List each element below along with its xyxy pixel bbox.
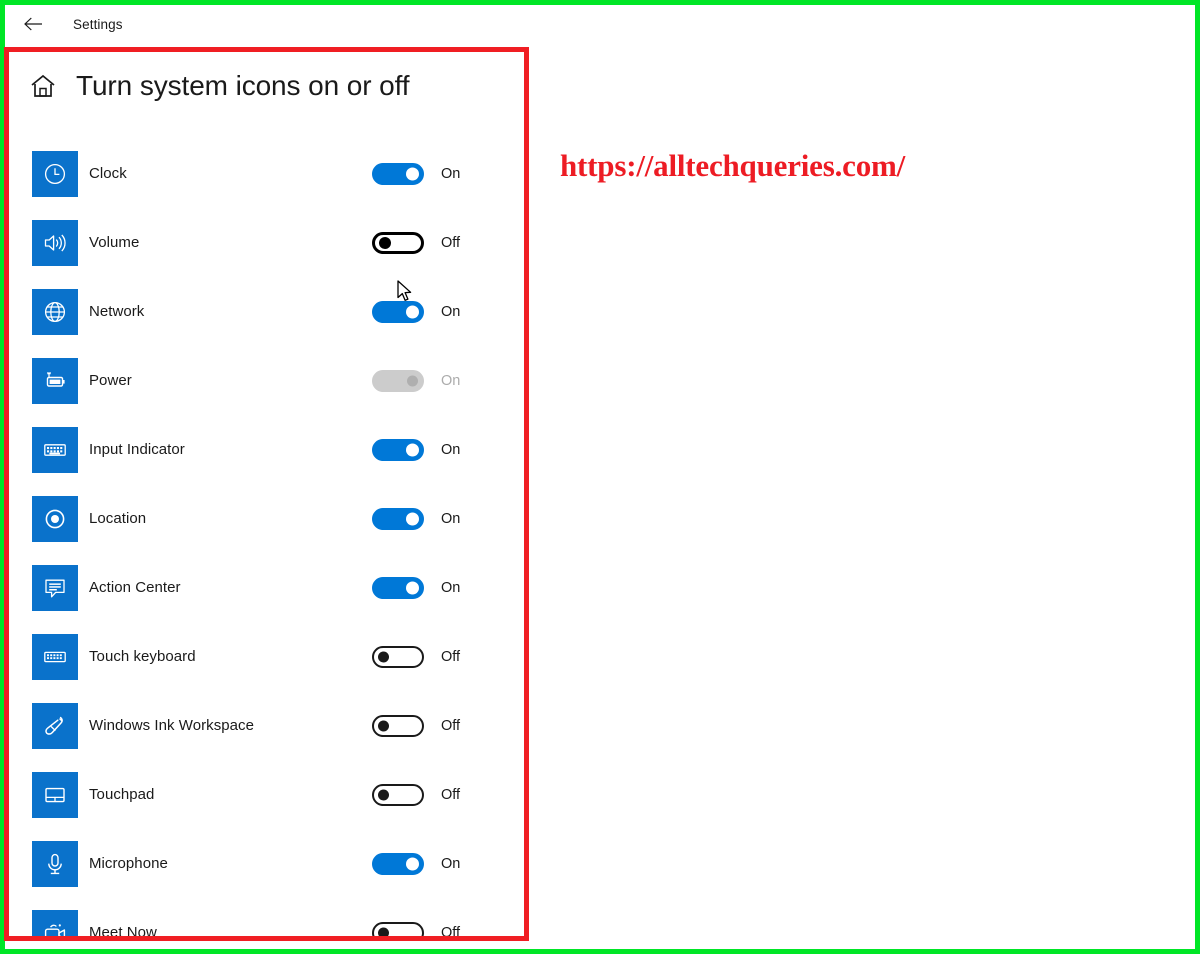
annotation-red-box: Turn system icons on or off Clock On Volum… — [4, 47, 529, 941]
toggle-state-label: Off — [441, 648, 461, 665]
system-icon-label: Network — [89, 303, 145, 320]
clock-icon — [32, 150, 78, 197]
volume-icon — [32, 219, 78, 266]
touch-keyboard-icon — [32, 633, 78, 680]
toggle-switch[interactable] — [372, 783, 424, 806]
location-icon — [32, 495, 78, 542]
toggle-switch[interactable] — [372, 645, 424, 668]
settings-titlebar: Settings — [5, 5, 1195, 43]
system-icon-row: Meet Now Off — [9, 898, 524, 941]
toggle-switch[interactable] — [372, 231, 424, 254]
toggle-state-label: On — [441, 303, 461, 320]
toggle-state-label: On — [441, 441, 461, 458]
network-globe-icon — [32, 288, 78, 335]
system-icon-label: Touch keyboard — [89, 648, 196, 665]
toggle-switch[interactable] — [372, 300, 424, 323]
system-icon-row: Clock On — [9, 139, 524, 208]
toggle-knob — [379, 236, 391, 249]
toggle-state-label: Off — [441, 717, 461, 734]
page-title: Turn system icons on or off — [76, 70, 410, 101]
titlebar-title: Settings — [73, 16, 123, 32]
system-icon-row: Input Indicator On — [9, 415, 524, 484]
toggle-state-label: On — [441, 510, 461, 527]
toggle-knob — [378, 927, 389, 936]
keyboard-icon — [32, 426, 78, 473]
toggle-state-label: Off — [441, 924, 461, 941]
toggle-knob — [406, 305, 419, 318]
back-button[interactable] — [13, 8, 53, 40]
toggle-switch[interactable] — [372, 438, 424, 461]
system-icon-label: Action Center — [89, 579, 181, 596]
toggle-switch[interactable] — [372, 852, 424, 875]
system-icon-label: Touchpad — [89, 786, 155, 803]
watermark-url: https://alltechqueries.com/ — [560, 148, 906, 183]
system-icon-label: Meet Now — [89, 924, 157, 941]
toggle-switch[interactable] — [372, 507, 424, 530]
toggle-knob — [378, 789, 389, 800]
system-icon-label: Power — [89, 372, 132, 389]
toggle-switch[interactable] — [372, 714, 424, 737]
toggle-switch[interactable] — [372, 576, 424, 599]
toggle-state-label: Off — [441, 786, 461, 803]
system-icon-row: Touchpad Off — [9, 760, 524, 829]
toggle-state-label: On — [441, 579, 461, 596]
system-icon-label: Volume — [89, 234, 140, 251]
system-icon-label: Microphone — [89, 855, 168, 872]
toggle-knob — [378, 720, 389, 731]
toggle-state-label: On — [441, 372, 461, 389]
system-icon-row: Network On — [9, 277, 524, 346]
toggle-knob — [406, 857, 419, 870]
system-icon-row: Volume Off — [9, 208, 524, 277]
system-icon-label: Location — [89, 510, 147, 527]
toggle-state-label: On — [441, 855, 461, 872]
toggle-knob — [378, 651, 389, 662]
toggle-switch[interactable] — [372, 162, 424, 185]
battery-power-icon — [32, 357, 78, 404]
toggle-switch[interactable] — [372, 921, 424, 936]
toggle-knob — [406, 167, 419, 180]
toggle-knob — [406, 512, 419, 525]
toggle-knob — [406, 443, 419, 456]
home-icon[interactable] — [28, 71, 58, 101]
system-icon-label: Clock — [89, 165, 127, 182]
system-icon-row: Touch keyboard Off — [9, 622, 524, 691]
toggle-state-label: Off — [441, 234, 461, 251]
page-header: Turn system icons on or off — [28, 70, 410, 102]
system-icons-list: Clock On Volume Off Network On Power On Input In… — [9, 139, 524, 941]
pen-icon — [32, 702, 78, 749]
system-icon-row: Power On — [9, 346, 524, 415]
toggle-knob — [407, 375, 418, 386]
toggle-switch — [372, 369, 424, 392]
system-icon-row: Action Center On — [9, 553, 524, 622]
system-icon-label: Windows Ink Workspace — [89, 717, 254, 734]
back-arrow-icon — [23, 16, 43, 32]
system-icon-row: Location On — [9, 484, 524, 553]
action-center-icon — [32, 564, 78, 611]
system-icon-row: Microphone On — [9, 829, 524, 898]
toggle-knob — [406, 581, 419, 594]
video-camera-icon — [32, 909, 78, 936]
microphone-icon — [32, 840, 78, 887]
system-icon-label: Input Indicator — [89, 441, 185, 458]
touchpad-icon — [32, 771, 78, 818]
toggle-state-label: On — [441, 165, 461, 182]
system-icon-row: Windows Ink Workspace Off — [9, 691, 524, 760]
